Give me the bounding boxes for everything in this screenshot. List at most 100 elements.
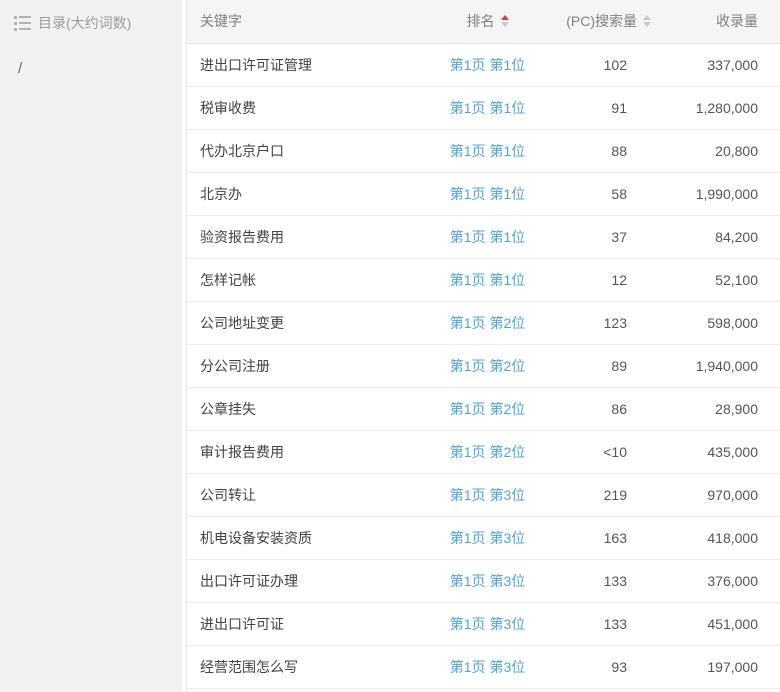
rank-link[interactable]: 第1页 第1位: [450, 186, 525, 202]
table-row: 机电设备安装资质 第1页 第3位 163 418,000: [187, 516, 780, 559]
rank-link[interactable]: 第1页 第2位: [450, 401, 525, 417]
sidebar-header: 目录(大约词数): [14, 13, 172, 33]
keyword-cell: 机电设备安装资质: [187, 516, 420, 559]
sort-desc-icon[interactable]: [643, 22, 651, 27]
pc-volume-cell: 88: [555, 129, 655, 172]
indexed-cell: 20,800: [655, 129, 780, 172]
rank-link[interactable]: 第1页 第3位: [450, 616, 525, 632]
keyword-cell: 税审收费: [187, 86, 420, 129]
rank-cell: 第1页 第1位: [420, 215, 555, 258]
keyword-cell: 公司转让: [187, 473, 420, 516]
keyword-cell: 公司地址变更: [187, 301, 420, 344]
pc-volume-cell: 133: [555, 602, 655, 645]
indexed-cell: 84,200: [655, 215, 780, 258]
keyword-cell: 审计报告费用: [187, 430, 420, 473]
sidebar-title: 目录(大约词数): [38, 13, 131, 33]
keyword-cell: 进出口许可证管理: [187, 43, 420, 86]
keyword-table-panel: 关键字 排名 (PC)搜索量: [186, 0, 780, 692]
table-row: 审计报告费用 第1页 第2位 <10 435,000: [187, 430, 780, 473]
table-header-row: 关键字 排名 (PC)搜索量: [187, 0, 780, 43]
keyword-cell: 进出口许可证: [187, 602, 420, 645]
rank-cell: 第1页 第3位: [420, 559, 555, 602]
sort-arrows-rank-icon[interactable]: [501, 15, 509, 27]
indexed-cell: 970,000: [655, 473, 780, 516]
list-icon: [14, 16, 31, 31]
col-header-keyword: 关键字: [187, 0, 420, 43]
sort-asc-icon[interactable]: [501, 15, 509, 20]
rank-cell: 第1页 第2位: [420, 430, 555, 473]
rank-link[interactable]: 第1页 第1位: [450, 272, 525, 288]
pc-volume-cell: 58: [555, 172, 655, 215]
rank-cell: 第1页 第3位: [420, 645, 555, 688]
table-row: 分公司注册 第1页 第2位 89 1,940,000: [187, 344, 780, 387]
keyword-cell: 代办北京户口: [187, 129, 420, 172]
sidebar: 目录(大约词数) /: [0, 0, 182, 692]
col-header-rank[interactable]: 排名: [420, 0, 555, 43]
table-row: 北京办 第1页 第1位 58 1,990,000: [187, 172, 780, 215]
pc-volume-cell: 163: [555, 516, 655, 559]
pc-volume-cell: 133: [555, 559, 655, 602]
rank-cell: 第1页 第2位: [420, 344, 555, 387]
table-row: 验资报告费用 第1页 第1位 37 84,200: [187, 215, 780, 258]
sort-desc-icon[interactable]: [501, 22, 509, 27]
keyword-cell: 验资报告费用: [187, 215, 420, 258]
indexed-cell: 376,000: [655, 559, 780, 602]
rank-cell: 第1页 第3位: [420, 516, 555, 559]
pc-volume-cell: 37: [555, 215, 655, 258]
sidebar-item-root[interactable]: /: [14, 60, 172, 77]
indexed-cell: 598,000: [655, 301, 780, 344]
rank-link[interactable]: 第1页 第3位: [450, 487, 525, 503]
keyword-cell: 经营范围怎么写: [187, 645, 420, 688]
table-row: 公司地址变更 第1页 第2位 123 598,000: [187, 301, 780, 344]
rank-link[interactable]: 第1页 第1位: [450, 143, 525, 159]
rank-link[interactable]: 第1页 第2位: [450, 358, 525, 374]
indexed-cell: 1,280,000: [655, 86, 780, 129]
table-row: 出口许可证办理 第1页 第3位 133 376,000: [187, 559, 780, 602]
pc-volume-cell: 91: [555, 86, 655, 129]
indexed-cell: 1,940,000: [655, 344, 780, 387]
rank-link[interactable]: 第1页 第1位: [450, 229, 525, 245]
keyword-cell: 公章挂失: [187, 387, 420, 430]
sort-arrows-pc-icon[interactable]: [643, 15, 651, 27]
pc-volume-cell: 12: [555, 258, 655, 301]
indexed-cell: 197,000: [655, 645, 780, 688]
app-window: 目录(大约词数) / 关键字 排名: [0, 0, 780, 692]
pc-volume-cell: 86: [555, 387, 655, 430]
sort-asc-icon[interactable]: [643, 15, 651, 20]
keyword-cell: 出口许可证办理: [187, 559, 420, 602]
keyword-cell: 分公司注册: [187, 344, 420, 387]
rank-cell: 第1页 第1位: [420, 43, 555, 86]
table-row: 进出口许可证管理 第1页 第1位 102 337,000: [187, 43, 780, 86]
col-header-indexed: 收录量: [655, 0, 780, 43]
indexed-cell: 337,000: [655, 43, 780, 86]
rank-link[interactable]: 第1页 第2位: [450, 315, 525, 331]
rank-link[interactable]: 第1页 第3位: [450, 530, 525, 546]
table-row: 进出口许可证 第1页 第3位 133 451,000: [187, 602, 780, 645]
keyword-cell: 北京办: [187, 172, 420, 215]
rank-link[interactable]: 第1页 第3位: [450, 659, 525, 675]
pc-volume-cell: <10: [555, 430, 655, 473]
indexed-cell: 52,100: [655, 258, 780, 301]
table-row: 代办北京户口 第1页 第1位 88 20,800: [187, 129, 780, 172]
table-row: 税审收费 第1页 第1位 91 1,280,000: [187, 86, 780, 129]
keyword-table: 关键字 排名 (PC)搜索量: [187, 0, 780, 689]
pc-volume-cell: 123: [555, 301, 655, 344]
pc-volume-cell: 93: [555, 645, 655, 688]
table-row: 公司转让 第1页 第3位 219 970,000: [187, 473, 780, 516]
col-header-pc-search-volume[interactable]: (PC)搜索量: [555, 0, 655, 43]
table-row: 公章挂失 第1页 第2位 86 28,900: [187, 387, 780, 430]
indexed-cell: 1,990,000: [655, 172, 780, 215]
pc-volume-cell: 89: [555, 344, 655, 387]
pc-volume-cell: 219: [555, 473, 655, 516]
rank-cell: 第1页 第1位: [420, 86, 555, 129]
rank-cell: 第1页 第1位: [420, 129, 555, 172]
keyword-cell: 怎样记帐: [187, 258, 420, 301]
rank-link[interactable]: 第1页 第3位: [450, 573, 525, 589]
rank-cell: 第1页 第2位: [420, 387, 555, 430]
rank-cell: 第1页 第3位: [420, 602, 555, 645]
rank-link[interactable]: 第1页 第2位: [450, 444, 525, 460]
rank-link[interactable]: 第1页 第1位: [450, 57, 525, 73]
pc-volume-cell: 102: [555, 43, 655, 86]
rank-cell: 第1页 第1位: [420, 258, 555, 301]
rank-link[interactable]: 第1页 第1位: [450, 100, 525, 116]
